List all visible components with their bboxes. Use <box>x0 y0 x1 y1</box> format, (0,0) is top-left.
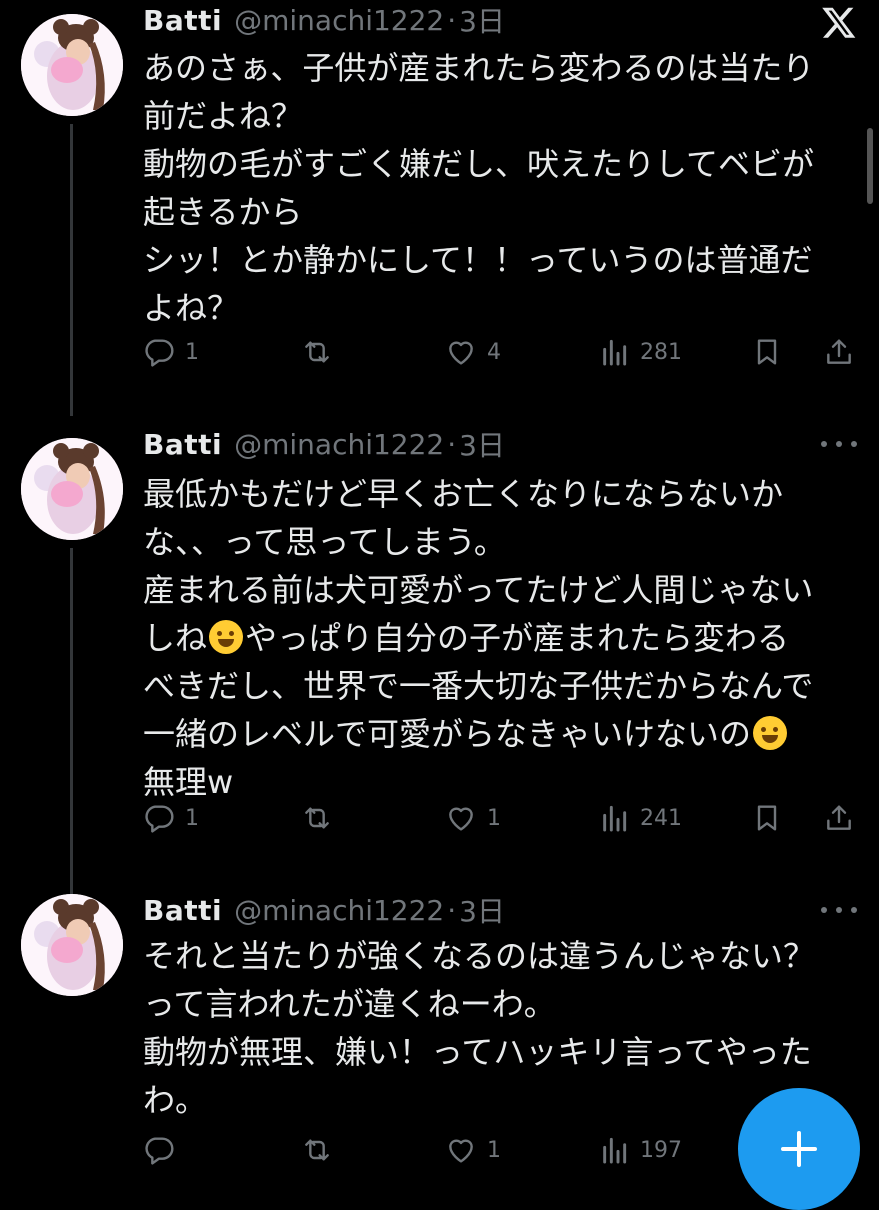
like-button[interactable]: 4 <box>445 328 501 376</box>
text-line: シッ！とか静かにして！！っていうのは普通だ <box>143 241 813 279</box>
display-name[interactable]: Batti <box>143 894 222 927</box>
share-button[interactable] <box>823 794 855 842</box>
speech-bubble-icon <box>145 339 174 367</box>
tweet-header: Batti @minachi1222 · 3日 <box>143 0 505 40</box>
retweet-button[interactable] <box>301 794 343 842</box>
views-button[interactable]: 197 <box>598 1126 682 1174</box>
separator: · <box>447 893 457 927</box>
tweet-text: 最低かもだけど早くお亡くなりにならないか な、、って思ってしまう。 産まれる前は… <box>143 470 843 806</box>
tweet-actions: 1 4 281 <box>143 328 858 376</box>
x-logo-icon[interactable] <box>821 4 857 40</box>
reply-count: 1 <box>185 805 199 831</box>
views-button[interactable]: 241 <box>598 794 682 842</box>
heart-icon <box>449 1139 473 1163</box>
text-line: しね <box>143 619 208 657</box>
share-button[interactable] <box>823 328 855 376</box>
retweet-button[interactable] <box>301 1126 343 1174</box>
text-line: 前だよね？ <box>143 97 304 135</box>
bar-chart-icon <box>603 1137 627 1164</box>
text-line: わ。 <box>143 1081 208 1119</box>
reply-button[interactable]: 1 <box>143 328 199 376</box>
avatar[interactable] <box>21 14 123 116</box>
like-count: 1 <box>487 1137 501 1163</box>
speech-bubble-icon <box>145 805 174 833</box>
bar-chart-icon <box>603 339 627 366</box>
retweet-icon <box>305 807 329 829</box>
text-line: 一緒のレベルで可愛がらなきゃいけないの <box>143 715 752 753</box>
tweet-text: それと当たりが強くなるのは違うんじゃない？ って言われたが違くねーわ。 動物が無… <box>143 932 843 1124</box>
like-count: 4 <box>487 339 501 365</box>
tweet-actions: 1 1 241 <box>143 794 858 842</box>
text-line: 動物が無理、嫌い！ってハッキリ言ってやった <box>143 1033 812 1071</box>
text-line: 起きるから <box>143 193 303 231</box>
retweet-icon <box>305 1139 329 1161</box>
text-line: な、、って思ってしまう。 <box>143 523 506 561</box>
rofl-emoji-icon <box>753 716 788 750</box>
like-button[interactable]: 1 <box>445 1126 501 1174</box>
sweat-smile-emoji-icon <box>209 620 244 654</box>
like-count: 1 <box>487 805 501 831</box>
reply-button[interactable]: 1 <box>143 794 199 842</box>
avatar[interactable] <box>21 894 123 996</box>
user-handle[interactable]: @minachi1222 <box>234 428 444 461</box>
text-line: やっぱり自分の子が産まれたら変わる <box>245 619 790 657</box>
text-line: 動物の毛がすごく嫌だし、吠えたりしてベビが <box>143 145 815 183</box>
user-handle[interactable]: @minachi1222 <box>234 894 444 927</box>
timestamp[interactable]: 3日 <box>459 424 505 464</box>
view-count: 197 <box>640 1137 682 1163</box>
more-dots-icon[interactable] <box>821 434 857 454</box>
user-handle[interactable]: @minachi1222 <box>234 4 444 37</box>
bookmark-button[interactable] <box>751 794 783 842</box>
bookmark-icon <box>757 805 777 831</box>
tweet-header: Batti @minachi1222 · 3日 <box>143 424 505 464</box>
tweet-text: あのさぁ、子供が産まれたら変わるのは当たり 前だよね？ 動物の毛がすごく嫌だし、… <box>143 44 843 332</box>
bookmark-icon <box>757 339 777 365</box>
display-name[interactable]: Batti <box>143 4 222 37</box>
display-name[interactable]: Batti <box>143 428 222 461</box>
timestamp[interactable]: 3日 <box>459 0 505 40</box>
text-line: よね？ <box>143 289 240 327</box>
timestamp[interactable]: 3日 <box>459 890 505 930</box>
bar-chart-icon <box>603 805 627 832</box>
views-button[interactable]: 281 <box>598 328 682 376</box>
reply-button[interactable] <box>143 1126 185 1174</box>
share-icon <box>827 339 851 364</box>
speech-bubble-icon <box>145 1137 174 1165</box>
bookmark-button[interactable] <box>751 328 783 376</box>
view-count: 241 <box>640 805 682 831</box>
separator: · <box>447 3 457 37</box>
thread-line <box>70 124 73 416</box>
compose-button[interactable] <box>738 1088 860 1210</box>
text-line: 産まれる前は犬可愛がってたけど人間じゃない <box>143 571 814 609</box>
share-icon <box>827 805 851 830</box>
tweet-header: Batti @minachi1222 · 3日 <box>143 890 505 930</box>
text-line: べきだし、世界で一番大切な子供だからなんで <box>143 667 814 705</box>
text-line: それと当たりが強くなるのは違うんじゃない？ <box>143 937 816 975</box>
text-line: あのさぁ、子供が産まれたら変わるのは当たり <box>143 49 815 87</box>
retweet-button[interactable] <box>301 328 343 376</box>
scrollbar[interactable] <box>867 128 873 204</box>
more-dots-icon[interactable] <box>821 900 857 920</box>
text-line: って言われたが違くねーわ。 <box>143 985 556 1023</box>
retweet-icon <box>305 341 329 363</box>
like-button[interactable]: 1 <box>445 794 501 842</box>
heart-icon <box>449 341 473 365</box>
reply-count: 1 <box>185 339 199 365</box>
plus-icon <box>781 1131 817 1167</box>
avatar[interactable] <box>21 438 123 540</box>
text-line: 最低かもだけど早くお亡くなりにならないか <box>143 475 784 513</box>
view-count: 281 <box>640 339 682 365</box>
heart-icon <box>449 807 473 831</box>
separator: · <box>447 427 457 461</box>
